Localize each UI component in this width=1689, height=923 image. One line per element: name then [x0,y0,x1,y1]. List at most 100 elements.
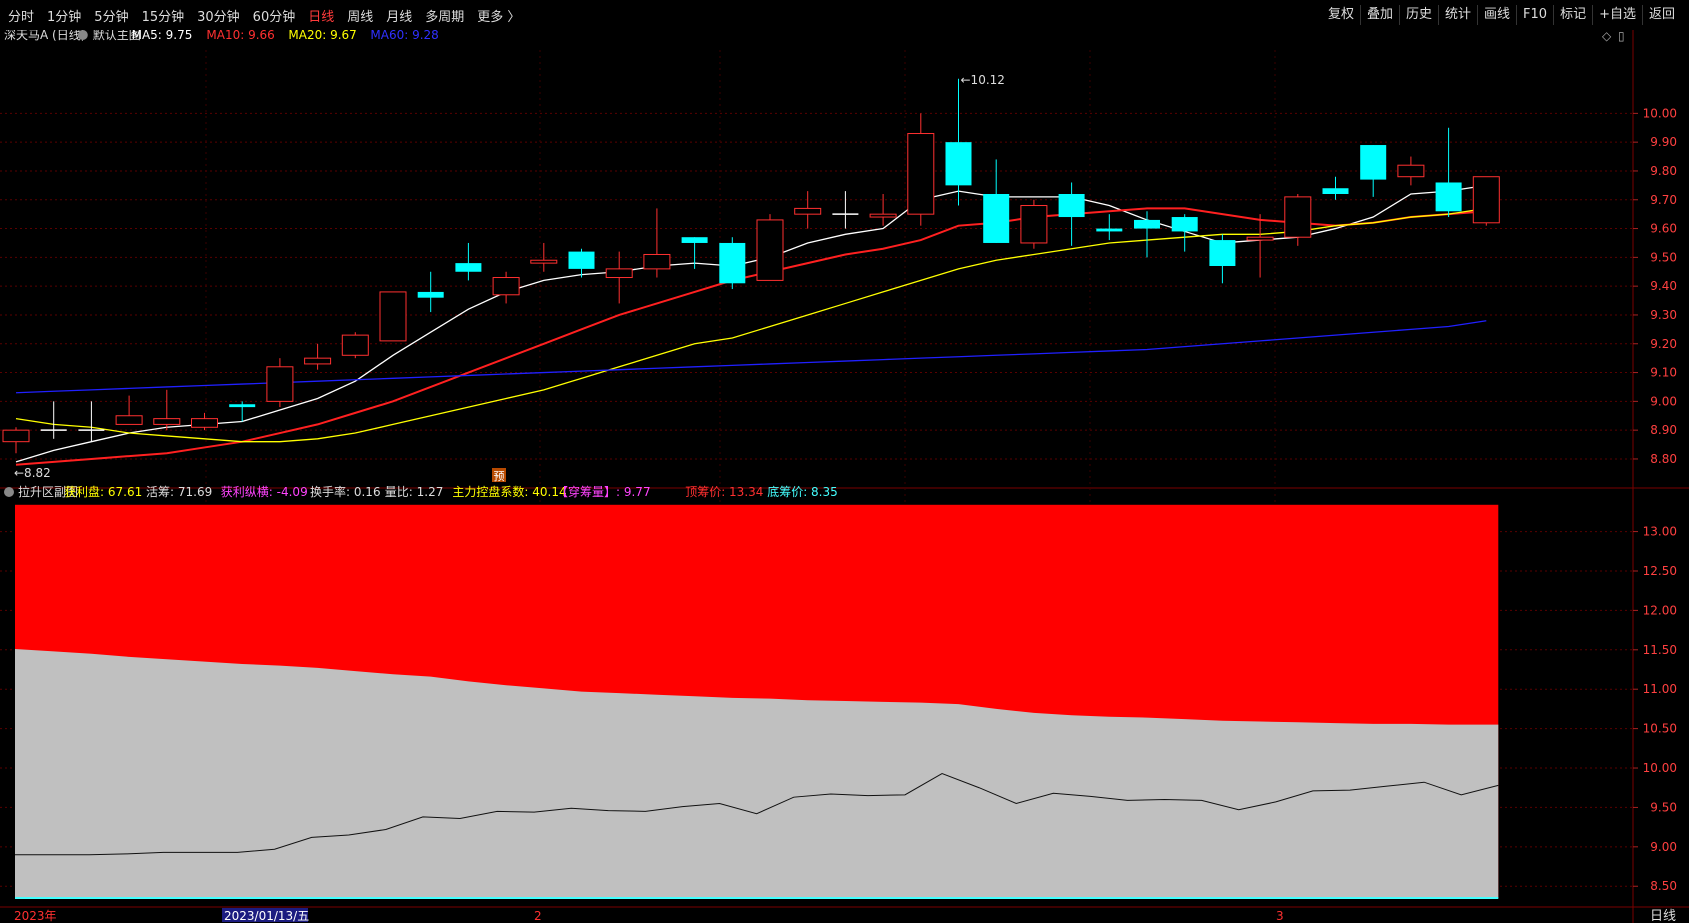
period-tab-7[interactable]: 周线 [347,6,373,25]
kline-chart[interactable]: 8.80 8.90 9.00 9.10 9.20 9.30 9.40 9.50 9.60 9.70… [0,30,1689,923]
toolbar-button-0[interactable]: 复权 [1322,5,1360,25]
main-y-tick-label: 9.40 [1650,279,1677,293]
toolbar-button-8[interactable]: 返回 [1641,5,1681,25]
period-tabs: 分时 1分钟 5分钟 15分钟 30分钟 60分钟 日线 周线 月线 多周期 更多 〉 [8,0,520,30]
candle-body [945,142,972,186]
period-toolbar: 分时 1分钟 5分钟 15分钟 30分钟 60分钟 日线 周线 月线 多周期 更多 〉 复权 叠加 历史… [0,0,1689,31]
candle-39[interactable] [1472,176,1500,226]
time-label-mar: 3 [1276,909,1284,923]
candle-9[interactable] [341,332,369,359]
candle-19[interactable] [719,237,746,290]
forecast-marker[interactable]: 预 [492,468,506,483]
candle-body [1134,219,1160,229]
sub-y-tick-label: 10.50 [1643,722,1677,736]
main-y-tick-label: 9.10 [1650,366,1677,380]
window-icon: ▯ [1618,30,1625,43]
ma20-value: MA20: 9.67 [288,30,356,42]
period-tab-10[interactable]: 更多 〉 [477,6,520,25]
period-tab-5[interactable]: 60分钟 [253,6,296,25]
indicator-value-2: 获利纵横: -4.09 [221,485,308,499]
candle-body [983,194,1010,243]
time-cursor-label: 2023/01/13/五 [224,909,309,923]
candle-body [2,429,30,443]
candle-body [869,213,897,218]
candle-body [417,291,444,298]
forecast-marker-label: 预 [494,470,505,483]
candle-body [304,357,332,365]
candle-body [1246,236,1274,241]
indicator-value-7: 顶筹价: 13.34 [685,485,763,499]
time-label-year: 2023年 [14,909,57,923]
stock-name: 深天马A (日线) [4,30,85,42]
candle-body [719,242,746,284]
period-tab-0[interactable]: 分时 [8,6,34,25]
period-tab-2[interactable]: 5分钟 [94,6,128,25]
candle-body [756,219,784,281]
period-tab-9[interactable]: 多周期 [425,6,464,25]
main-y-tick-label: 9.70 [1650,193,1677,207]
candle-body [907,133,935,215]
indicator-value-0: 获利盘: 67.61 [64,484,142,499]
ma10-value: MA10: 9.66 [206,30,274,42]
main-y-tick-label: 9.00 [1650,394,1677,408]
candle-body [229,404,256,408]
candle-27[interactable] [1020,199,1048,249]
candle-body [1171,217,1198,232]
candle-body [455,263,482,272]
candle-body [1397,164,1425,178]
low-price-label: ←8.82 [14,466,51,480]
main-y-tick-label: 8.80 [1650,452,1677,466]
period-tab-1[interactable]: 1分钟 [47,6,81,25]
toolbar-button-6[interactable]: 标记 [1553,5,1592,25]
indicator-value-5: 主力控盘系数: 40.14 [452,484,566,499]
toolbar-button-3[interactable]: 统计 [1438,5,1477,25]
template-dropdown-icon[interactable] [77,30,88,40]
candle-body [191,418,218,428]
main-y-tick-label: 9.80 [1650,164,1677,178]
sub-y-tick-label: 11.00 [1643,682,1677,696]
sub-y-tick-label: 9.00 [1650,840,1677,854]
candle-body [379,291,407,342]
toolbar-button-4[interactable]: 画线 [1477,5,1516,25]
sub-y-tick-label: 8.50 [1650,879,1677,893]
toolbar-button-7[interactable]: +自选 [1592,5,1642,25]
sub-y-tick-label: 9.50 [1650,800,1677,814]
diamond-icon: ◇ [1602,30,1612,43]
function-buttons: 复权 叠加 历史 统计 画线 F10 标记 +自选 返回 [1322,0,1681,30]
candle-body [115,415,143,425]
toolbar-button-1[interactable]: 叠加 [1359,5,1399,25]
subchart-dropdown-icon[interactable] [4,487,14,497]
main-y-tick-label: 9.90 [1650,135,1677,149]
sub-y-tick-label: 13.00 [1643,525,1677,539]
sub-y-tick-label: 12.50 [1643,564,1677,578]
candle-10[interactable] [379,291,407,342]
high-price-label: ←10.12 [961,73,1005,87]
main-y-tick-label: 9.50 [1650,250,1677,264]
indicator-value-3: 换手率: 0.16 [310,484,381,499]
candle-body [1435,182,1462,212]
period-tab-6[interactable]: 日线 [308,6,334,25]
candle-body [1096,228,1123,232]
candle-body [1472,176,1500,224]
indicator-value-8: 底筹价: 8.35 [767,484,838,499]
main-y-tick-label: 10.00 [1643,106,1677,120]
period-tab-4[interactable]: 30分钟 [197,6,240,25]
period-tab-8[interactable]: 月线 [386,6,412,25]
candle-body [1322,188,1349,194]
candle-body [341,334,369,356]
candle-body [605,268,633,279]
main-y-tick-label: 8.90 [1650,423,1677,437]
time-label-feb: 2 [534,909,542,923]
ma60-value: MA60: 9.28 [370,30,438,42]
sub-y-tick-label: 10.00 [1643,761,1677,775]
toolbar-button-5[interactable]: F10 [1516,5,1553,25]
candle-body [568,251,595,269]
main-y-tick-label: 9.60 [1650,222,1677,236]
toolbar-button-2[interactable]: 历史 [1398,5,1438,25]
candle-body [643,253,671,270]
candle-body [1360,145,1387,180]
period-tab-3[interactable]: 15分钟 [142,6,185,25]
candle-body [1020,205,1048,244]
candle-20[interactable] [756,214,784,281]
indicator-value-1: 活筹: 71.69 [146,485,212,499]
